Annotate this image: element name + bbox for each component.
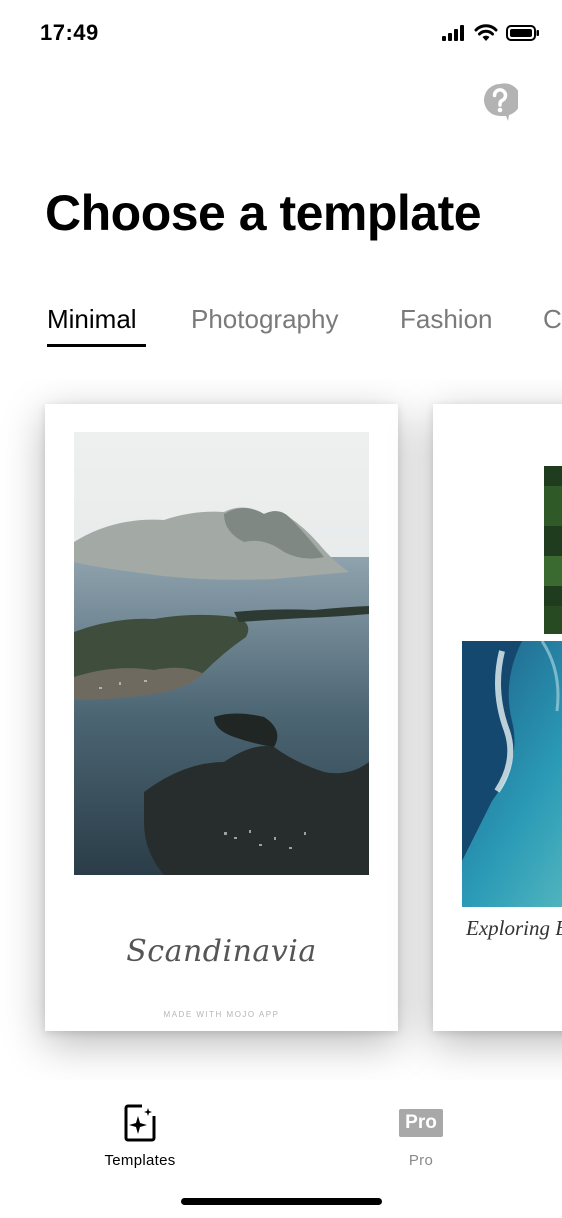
tab-next-category[interactable]: C — [543, 304, 562, 335]
status-bar: 17:49 — [0, 0, 562, 70]
pro-icon: Pro — [399, 1109, 443, 1137]
templates-icon — [124, 1104, 156, 1142]
tab-photography[interactable]: Photography — [191, 304, 338, 335]
nav-pro-label: Pro — [408, 1152, 434, 1169]
template-photo-fjord — [74, 432, 369, 875]
bottom-nav: Templates Pro Pro — [0, 1090, 562, 1190]
home-indicator[interactable] — [181, 1198, 382, 1205]
template-photo-forest — [544, 466, 562, 634]
template-photo-coast — [462, 641, 562, 907]
page-title: Choose a template — [45, 185, 482, 241]
signal-icon — [442, 25, 464, 41]
help-icon — [484, 83, 521, 121]
nav-pro[interactable]: Pro Pro — [361, 1102, 481, 1169]
nav-templates-label: Templates — [104, 1152, 176, 1169]
active-tab-indicator — [47, 344, 146, 347]
template-caption: Scandinavia — [126, 934, 317, 969]
template-card-exploring[interactable]: Exploring Bi — [433, 404, 562, 1031]
category-tabs: Minimal Photography Fashion C — [0, 298, 562, 358]
tab-minimal[interactable]: Minimal — [47, 304, 137, 335]
template-carousel[interactable]: Scandinavia MADE WITH MOJO APP Exploring — [0, 380, 562, 1080]
status-icons — [442, 24, 540, 42]
template-watermark: MADE WITH MOJO APP — [163, 1010, 280, 1019]
template-card-scandinavia[interactable]: Scandinavia MADE WITH MOJO APP — [45, 404, 398, 1031]
status-time: 17:49 — [40, 20, 99, 45]
screen: 17:49 Choose a template Minimal Photogra… — [0, 0, 562, 1218]
battery-icon — [506, 25, 539, 41]
nav-templates[interactable]: Templates — [80, 1102, 200, 1169]
help-button[interactable] — [482, 82, 521, 122]
tab-fashion[interactable]: Fashion — [400, 304, 493, 335]
template-caption: Exploring Bi — [466, 916, 562, 940]
wifi-icon — [474, 24, 498, 41]
